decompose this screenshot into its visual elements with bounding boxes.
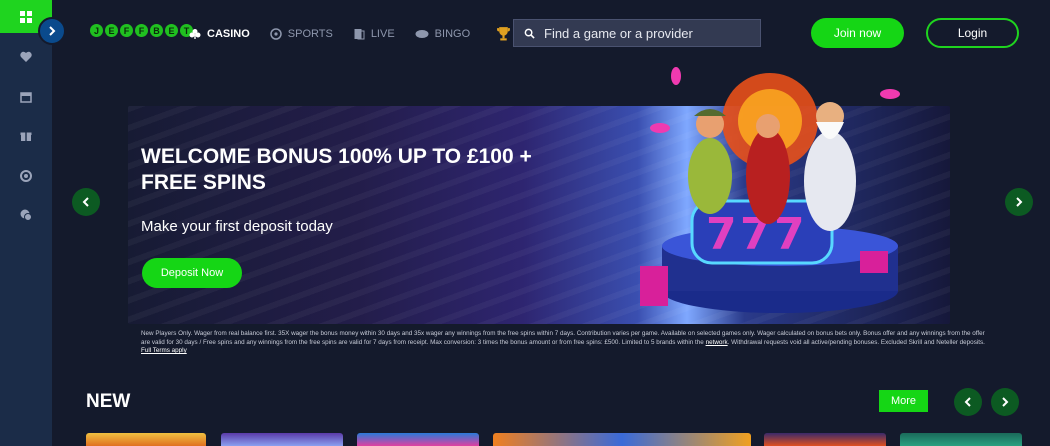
banner-next-button[interactable] [1005, 188, 1033, 216]
terms-text-2: . Withdrawal requests void all active/pe… [727, 338, 985, 346]
section-prev-button[interactable] [954, 388, 982, 416]
game-tile[interactable] [764, 433, 886, 446]
heart-icon[interactable] [19, 50, 33, 64]
logo-letter: B [150, 24, 163, 37]
section-next-button[interactable] [991, 388, 1019, 416]
ball-icon [270, 27, 282, 40]
full-terms-link[interactable]: Full Terms apply [141, 347, 187, 354]
chevron-right-icon [1002, 397, 1009, 407]
support-icon[interactable] [19, 169, 33, 183]
game-tile[interactable] [221, 433, 343, 446]
chevron-right-icon [1016, 197, 1023, 207]
gift-icon[interactable] [19, 129, 33, 143]
join-now-button[interactable]: Join now [811, 18, 904, 48]
search-icon [524, 28, 535, 39]
chat-icon[interactable] [19, 208, 33, 222]
nav-sports[interactable]: SPORTS [270, 26, 333, 41]
left-rail [0, 0, 52, 446]
live-cards-icon [354, 28, 365, 39]
section-title-new: NEW [86, 391, 131, 412]
svg-text:7: 7 [706, 209, 737, 260]
chevron-left-icon [82, 197, 89, 207]
jeffbet-logo[interactable]: J E F F B E T [90, 24, 193, 37]
grid-icon [20, 10, 32, 23]
logo-letter: E [165, 24, 178, 37]
game-tile[interactable] [357, 433, 479, 446]
deposit-now-button[interactable]: Deposit Now [142, 258, 242, 288]
logo-letter: J [90, 24, 103, 37]
logo-letter: F [120, 24, 133, 37]
search-input[interactable] [544, 25, 744, 41]
search-bar[interactable] [513, 19, 761, 47]
nav-live-label: LIVE [370, 27, 395, 40]
more-button[interactable]: More [879, 390, 928, 412]
nav-casino[interactable]: CASINO [189, 26, 250, 41]
nav-bingo[interactable]: BINGO [415, 26, 470, 41]
slot-characters-image: 7 7 7 [640, 67, 900, 313]
network-link[interactable]: network [706, 339, 728, 346]
login-button[interactable]: Login [926, 18, 1019, 48]
clubs-icon [189, 28, 201, 39]
main-nav: CASINO SPORTS LIVE BINGO [189, 26, 511, 41]
nav-bingo-label: BINGO [434, 27, 471, 40]
expand-rail-button[interactable] [38, 17, 66, 45]
calendar-icon[interactable] [19, 90, 33, 104]
game-tile[interactable] [493, 433, 751, 446]
nav-sports-label: SPORTS [287, 27, 333, 40]
nav-live[interactable]: LIVE [353, 26, 395, 41]
bonus-terms: New Players Only. Wager from real balanc… [141, 330, 986, 356]
game-tile[interactable] [86, 433, 206, 446]
nav-casino-label: CASINO [207, 27, 250, 40]
banner-prev-button[interactable] [72, 188, 100, 216]
banner-subline: Make your first deposit today [141, 218, 333, 235]
game-tile[interactable] [900, 433, 1022, 446]
chevron-left-icon [964, 397, 971, 407]
chevron-right-icon [49, 26, 56, 36]
nav-tournaments[interactable] [496, 26, 511, 41]
logo-letter: E [105, 24, 118, 37]
top-bar: J E F F B E T CASINO SPORTS LIVE BINGO F… [52, 0, 1050, 66]
bingo-icon [415, 29, 429, 38]
logo-letter: F [135, 24, 148, 37]
banner-headline: WELCOME BONUS 100% UP TO £100 + FREE SPI… [141, 145, 532, 194]
trophy-icon [497, 27, 511, 41]
